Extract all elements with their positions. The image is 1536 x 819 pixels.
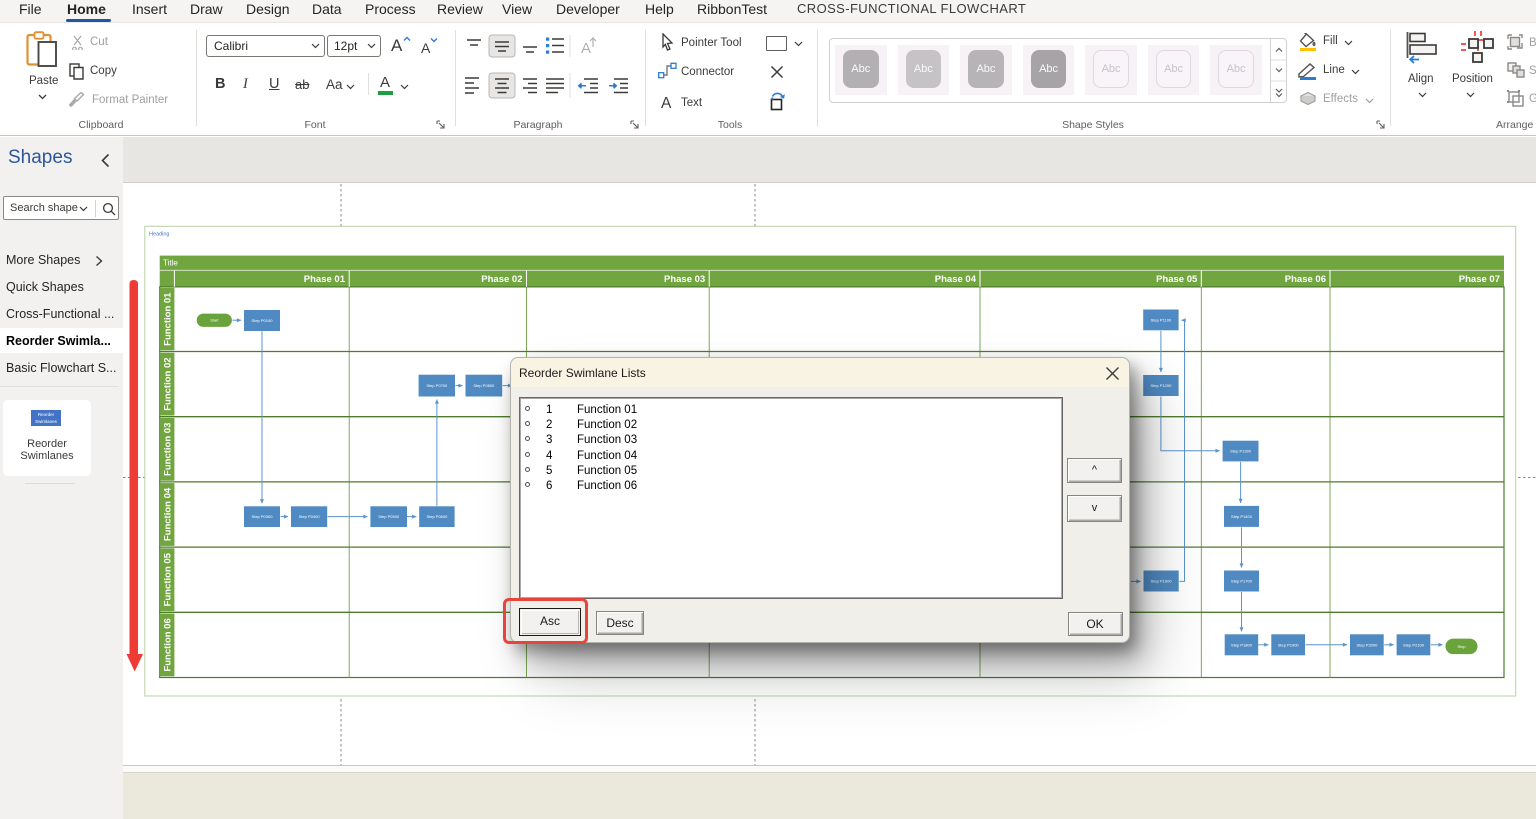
svg-text:Phase 03: Phase 03	[664, 274, 705, 285]
svg-text:A: A	[581, 40, 591, 57]
svg-text:Step P2100: Step P2100	[1403, 642, 1425, 647]
svg-text:Phase 04: Phase 04	[935, 274, 977, 285]
svg-text:Function 06: Function 06	[163, 618, 174, 671]
svg-text:Step P1100: Step P1100	[1151, 317, 1172, 322]
svg-text:Phase 01: Phase 01	[304, 274, 346, 285]
svg-text:Step P1200: Step P1200	[1150, 383, 1172, 388]
svg-text:Function 02: Function 02	[163, 357, 174, 410]
svg-text:Function 01: Function 01	[163, 292, 174, 346]
svg-text:Step P0300: Step P0300	[252, 514, 274, 519]
svg-text:Phase 07: Phase 07	[1459, 274, 1500, 285]
svg-text:Step P1800: Step P1800	[1231, 642, 1253, 647]
svg-text:Stop: Stop	[1457, 644, 1466, 649]
svg-text:Step P1700: Step P1700	[1231, 579, 1253, 584]
svg-text:Step P0100: Step P0100	[252, 318, 274, 323]
svg-text:Step P1400: Step P1400	[1231, 514, 1253, 519]
svg-text:Phase 05: Phase 05	[1156, 274, 1198, 285]
svg-text:Step P2000: Step P2000	[1356, 642, 1378, 647]
svg-text:Phase 06: Phase 06	[1285, 274, 1326, 285]
svg-text:Step P1600: Step P1600	[1151, 579, 1173, 584]
svg-text:Step P1300: Step P1300	[1230, 449, 1252, 454]
svg-text:Step P1900: Step P1900	[1278, 642, 1300, 647]
svg-text:Function 05: Function 05	[163, 552, 174, 606]
svg-text:Function 03: Function 03	[163, 423, 174, 476]
svg-text:Start: Start	[210, 318, 219, 323]
svg-text:Phase 02: Phase 02	[481, 274, 522, 285]
svg-text:Step P0400: Step P0400	[299, 514, 321, 519]
svg-text:Heading: Heading	[149, 232, 170, 238]
svg-text:Function 04: Function 04	[163, 487, 174, 541]
svg-text:Step P0600: Step P0600	[426, 514, 448, 519]
svg-text:Step P0800: Step P0800	[473, 383, 495, 388]
svg-text:Title: Title	[163, 259, 178, 268]
svg-text:Step P0500: Step P0500	[378, 514, 400, 519]
svg-text:Step P0700: Step P0700	[426, 383, 448, 388]
